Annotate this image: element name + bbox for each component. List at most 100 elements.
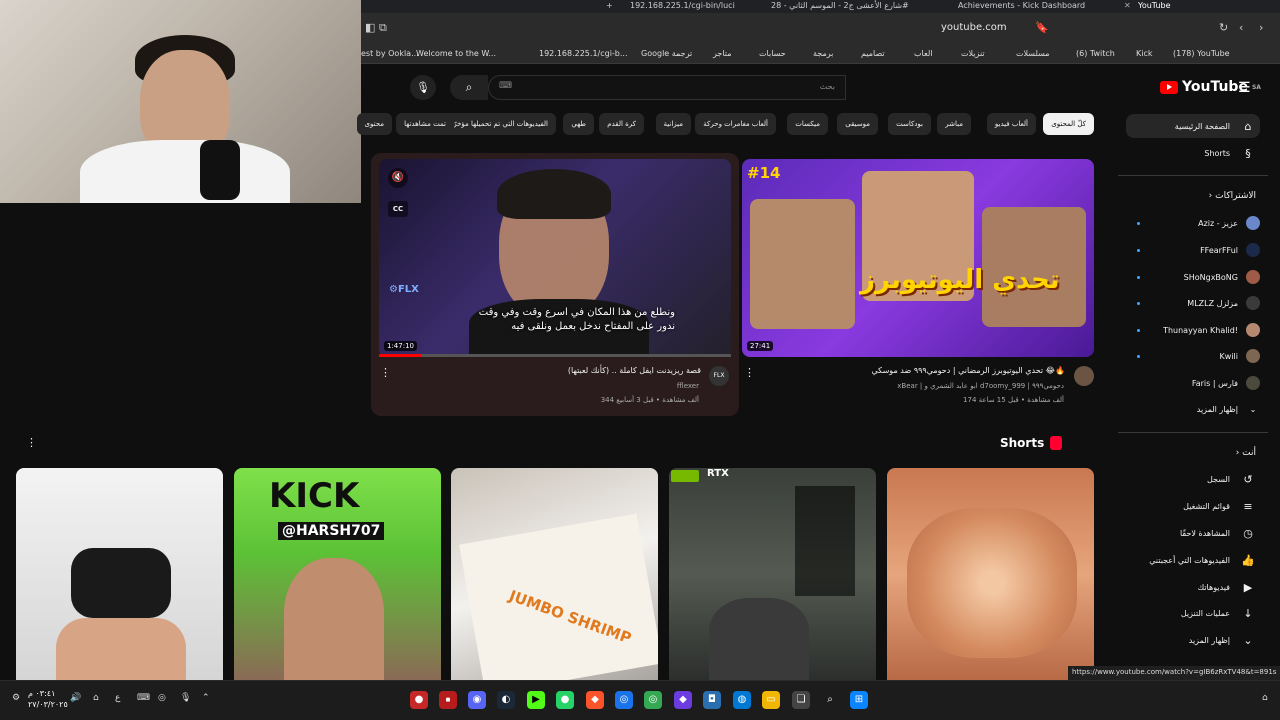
preview-progress-bar[interactable]	[379, 354, 731, 357]
app-tray-icon[interactable]: ◎	[158, 693, 166, 703]
bookmark-folder-series[interactable]: مسلسلات	[1016, 49, 1050, 58]
volume-icon[interactable]: 🔊	[70, 693, 81, 703]
sidebar-toggle-icon[interactable]: ◧	[365, 21, 375, 34]
steam-icon[interactable]: ◐	[497, 691, 515, 709]
bookmark-folder-downloads[interactable]: تنزيلات	[961, 49, 985, 58]
sidebar-item-watch-later[interactable]: المشاهدة لاحقًا ◷	[1126, 521, 1260, 545]
show-more-subscriptions[interactable]: إظهار المزيد ⌄	[1126, 397, 1260, 421]
notification-icon[interactable]: ⌂	[1262, 693, 1268, 703]
channel-avatar[interactable]: FLX	[709, 366, 729, 386]
reload-icon[interactable]: ↻	[1219, 21, 1228, 34]
subscriptions-heading[interactable]: › الاشتراكات	[1126, 191, 1256, 201]
sidebar-item-your-videos[interactable]: فيديوهاتك ▶	[1126, 575, 1260, 599]
file-explorer-icon[interactable]: ▭	[762, 691, 780, 709]
settings-icon[interactable]: ⚙	[12, 693, 20, 703]
chevron-up-icon[interactable]: ⌃	[202, 693, 210, 703]
channel-name[interactable]: fflexer	[677, 382, 699, 390]
whatsapp-icon[interactable]: ●	[556, 691, 574, 709]
chip-music[interactable]: موسيقى	[837, 113, 878, 135]
sidebar-item-history[interactable]: السجل ↺	[1126, 467, 1260, 491]
chip-all[interactable]: كلّ المحتوى	[1043, 113, 1094, 135]
video-title[interactable]: قصة ريزيدنت ايفل كاملة .. (كأنك لعبتها)	[568, 366, 701, 375]
edge-icon[interactable]: ◍	[733, 691, 751, 709]
short-thumbnail[interactable]: RTX	[669, 468, 876, 680]
app-blue-icon[interactable]: ◘	[703, 691, 721, 709]
chip-recently-uploaded[interactable]: الفيديوهات التي تم تحميلها مؤخرًا	[443, 113, 556, 135]
sidebar-item-shorts[interactable]: Shorts §	[1126, 141, 1260, 165]
chip-content[interactable]: محتوى	[356, 113, 392, 135]
hamburger-menu-icon[interactable]: ☰	[1238, 80, 1251, 96]
extension-icon[interactable]: ⧉	[379, 21, 387, 35]
more-options-icon[interactable]: ⋮	[380, 366, 391, 379]
search-input[interactable]: ⌨ بحث	[488, 75, 846, 100]
subscription-item[interactable]: Aziz - عزيز	[1126, 211, 1260, 235]
bookmark-folder-designs[interactable]: تصاميم	[861, 49, 885, 58]
subscription-item[interactable]: MLZLZ مزلزل	[1126, 291, 1260, 315]
subscription-item[interactable]: Faris | فارس	[1126, 371, 1260, 395]
more-options-icon[interactable]: ⋮	[744, 366, 755, 379]
keyboard-icon[interactable]: ⌨	[137, 693, 150, 703]
back-icon[interactable]: ‹	[1239, 21, 1243, 34]
bookmark-icon[interactable]: 🔖	[1035, 21, 1049, 34]
subscription-item[interactable]: FFearFFul	[1126, 238, 1260, 262]
taskbar-clock[interactable]: ٠٣:٤١ م ٢٧/٠٣/٢٠٢٥	[28, 688, 68, 710]
chip-podcasts[interactable]: بودكاست	[888, 113, 931, 135]
bookmark-folder-stores[interactable]: متاجر	[713, 49, 732, 58]
video-title[interactable]: تحدي اليوتيوبرز الرمضاني | دحومي٩٩٩ ضد م…	[872, 366, 1065, 375]
voice-search-button[interactable]: 🎙	[410, 75, 436, 100]
sidebar-item-home[interactable]: الصفحة الرئيسية ⌂	[1126, 114, 1260, 138]
bookmark-folder-programming[interactable]: برمجة	[813, 49, 833, 58]
chrome-profile-icon[interactable]: ◎	[644, 691, 662, 709]
bookmark-folder-games[interactable]: العاب	[914, 49, 933, 58]
channel-name[interactable]: xBear | ابو عابد الشمري و d7oomy_999 | د…	[897, 382, 1064, 390]
bookmark-router[interactable]: 192.168.225.1/cgi-b...	[539, 49, 628, 58]
video-thumbnail[interactable]	[742, 159, 1094, 357]
brave-icon[interactable]: ◆	[586, 691, 604, 709]
chip-action-adventure[interactable]: ألعاب مغامرات وحركة	[695, 113, 776, 135]
chip-cooking[interactable]: طهي	[563, 113, 594, 135]
app-purple-icon[interactable]: ◆	[674, 691, 692, 709]
mute-icon[interactable]: 🔇	[388, 168, 408, 188]
chip-live[interactable]: مباشر	[937, 113, 971, 135]
microphone-icon[interactable]: 🎙	[180, 693, 191, 703]
tab-series[interactable]: شارع الأعشى ج2 - الموسم الثاني - 28#	[771, 0, 931, 13]
kick-icon[interactable]: ▶	[527, 691, 545, 709]
sidebar-item-liked-videos[interactable]: الفيديوهات التي أعجبتني 👍	[1126, 548, 1260, 572]
search-icon[interactable]: ⌕	[821, 691, 839, 709]
network-icon[interactable]: ⌂	[93, 693, 99, 703]
task-view-icon[interactable]: ❏	[792, 691, 810, 709]
bookmark-welcome[interactable]: Welcome to the W...	[416, 49, 496, 58]
chip-football[interactable]: كرة القدم	[599, 113, 644, 135]
forward-icon[interactable]: ›	[1259, 21, 1263, 34]
short-thumbnail[interactable]	[887, 468, 1094, 680]
you-heading[interactable]: › أنت	[1126, 448, 1256, 458]
red-app-icon[interactable]: ■	[439, 691, 457, 709]
chip-watched[interactable]: تمت مشاهدتها	[396, 113, 454, 135]
discord-icon[interactable]: ◉	[468, 691, 486, 709]
bookmark-google-translate[interactable]: Google ترجمة	[641, 49, 692, 58]
obs-icon[interactable]: ●	[410, 691, 428, 709]
sidebar-item-show-more[interactable]: إظهار المزيد ⌄	[1126, 628, 1260, 652]
sidebar-item-playlists[interactable]: قوائم التشغيل ≡	[1126, 494, 1260, 518]
sidebar-item-downloads[interactable]: عمليات التنزيل ↓	[1126, 601, 1260, 625]
windows-start-icon[interactable]: ⊞	[850, 691, 868, 709]
bookmark-kick[interactable]: Kick	[1136, 49, 1153, 58]
tab-kick-dashboard[interactable]: Achievements - Kick Dashboard	[958, 0, 1085, 13]
subscription-item[interactable]: SHoNgxBoNG	[1126, 265, 1260, 289]
url-field[interactable]: youtube.com	[941, 22, 1007, 33]
bookmark-speedtest[interactable]: est by Ookla...	[361, 49, 419, 58]
chip-budget[interactable]: ميزانية	[655, 113, 691, 135]
captions-icon[interactable]: CC	[388, 201, 408, 217]
bookmark-folder-accounts[interactable]: حسابات	[759, 49, 786, 58]
tab-youtube[interactable]: YouTube	[1138, 0, 1171, 13]
channel-avatar[interactable]	[1074, 366, 1094, 386]
keyboard-icon[interactable]: ⌨	[499, 81, 512, 91]
short-thumbnail[interactable]	[16, 468, 223, 680]
shorts-more-options-icon[interactable]: ⋮	[26, 436, 37, 449]
chrome-icon[interactable]: ◎	[615, 691, 633, 709]
chip-mixes[interactable]: ميكسات	[787, 113, 828, 135]
input-language[interactable]: ع	[115, 693, 120, 703]
subscription-item[interactable]: Thunayyan Khalid!	[1126, 318, 1260, 342]
short-thumbnail[interactable]: KICK @HARSH707	[234, 468, 441, 680]
bookmark-twitch[interactable]: (6) Twitch	[1076, 49, 1115, 58]
